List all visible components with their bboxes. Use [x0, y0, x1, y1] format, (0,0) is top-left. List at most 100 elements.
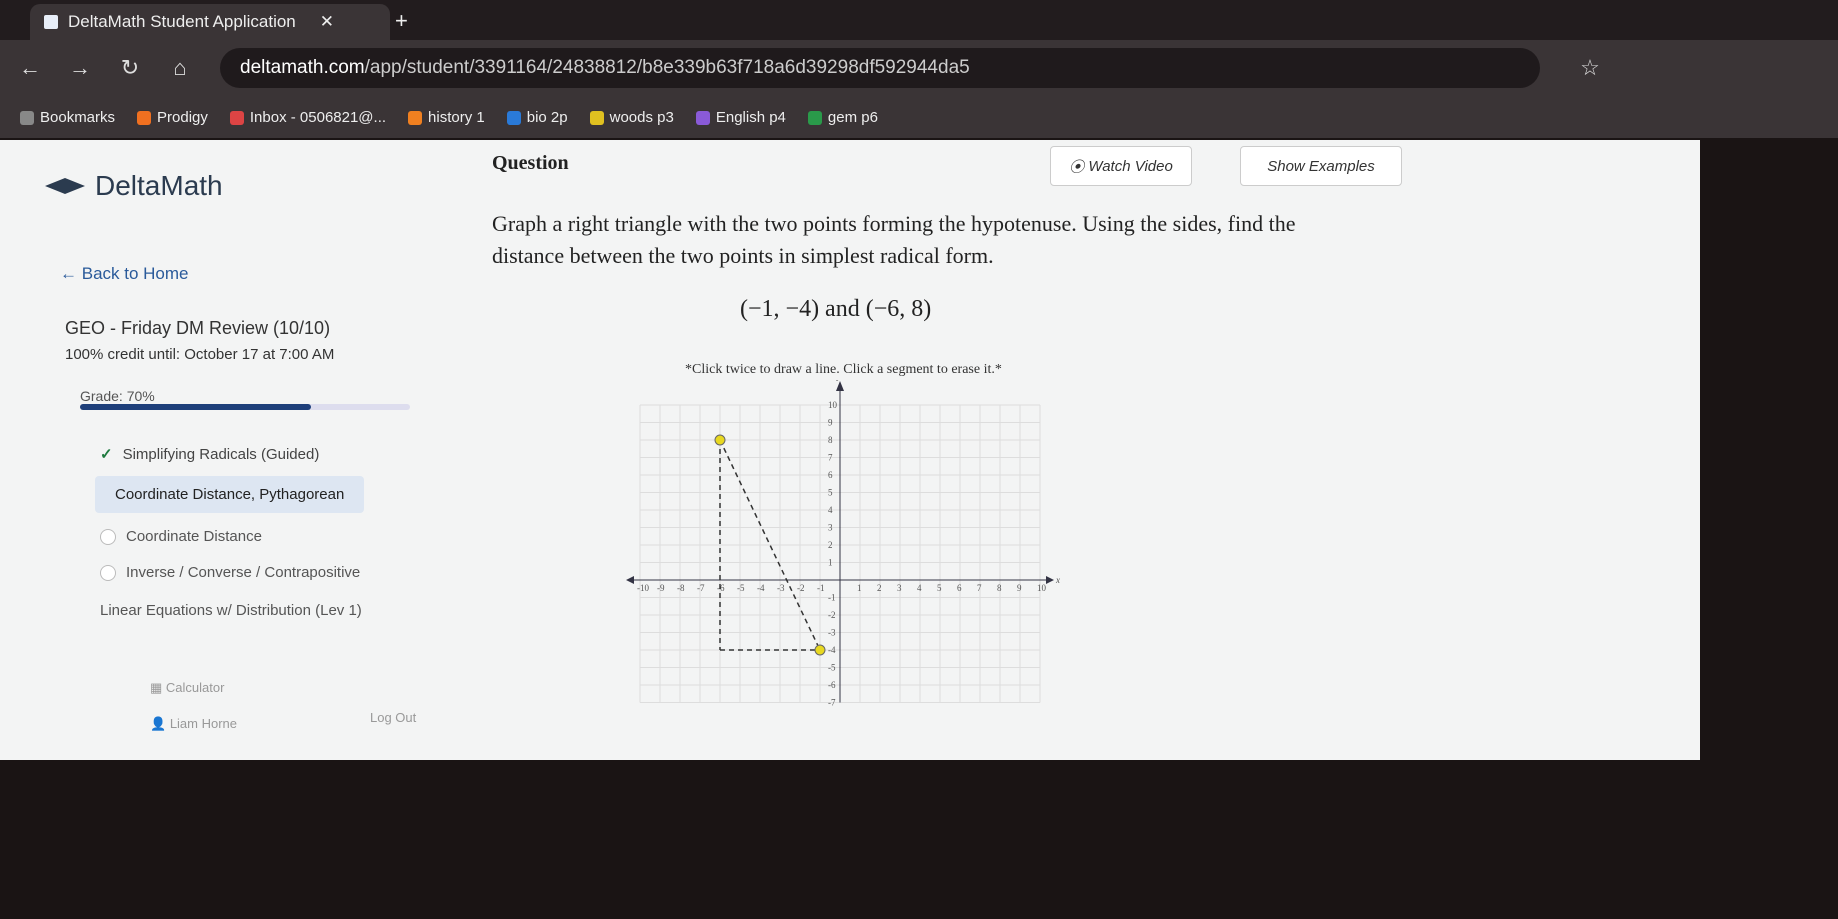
x-tick-label: 8: [997, 583, 1002, 593]
x-tick-label: -1: [817, 583, 825, 593]
bookmark-icon: [506, 110, 521, 125]
x-tick-label: 7: [977, 583, 982, 593]
url-path: /app/student/3391164/24838812/b8e339b63f…: [364, 57, 970, 78]
x-tick-label: 10: [1037, 583, 1047, 593]
calculator-button[interactable]: ▦ Calculator: [150, 680, 224, 696]
watch-video-button[interactable]: ⦿ Watch Video: [1050, 146, 1192, 186]
x-tick-label: -6: [717, 583, 725, 593]
browser-toolbar: ← → ↻ ⌂ deltamath.com/app/student/339116…: [0, 40, 1838, 96]
graduation-cap-icon: [45, 178, 85, 194]
back-to-home-link[interactable]: ← Back to Home: [60, 264, 189, 284]
coordinate-graph[interactable]: -10 -9 -8 -7 -6 -5 -4 -3 -2 -1 1 2 3 4 5 6 7 8 9 10 -7 -6 -5 -4…: [620, 380, 1060, 720]
close-tab-icon[interactable]: ✕: [320, 12, 334, 32]
bookmark-item[interactable]: gem p6: [807, 108, 878, 126]
graph-instructions: *Click twice to draw a line. Click a seg…: [685, 362, 1002, 377]
problem-label: Linear Equations w/ Distribution (Lev 1): [100, 602, 362, 619]
graph-point: [714, 434, 726, 446]
bookmark-item[interactable]: woods p3: [589, 108, 674, 126]
x-tick-label: 5: [937, 583, 942, 593]
browser-tab[interactable]: DeltaMath Student Application ✕: [30, 4, 390, 40]
x-axis-arrow-icon: [626, 576, 634, 584]
bookmark-label: history 1: [428, 108, 485, 126]
y-tick-label: 7: [828, 453, 833, 463]
x-tick-label: -8: [677, 583, 685, 593]
x-tick-label: -4: [757, 583, 765, 593]
circle-icon: [100, 564, 116, 581]
reload-icon[interactable]: ↻: [110, 55, 150, 81]
y-tick-label: 6: [828, 470, 833, 480]
x-tick-label: 9: [1017, 583, 1022, 593]
bookmark-item[interactable]: English p4: [695, 109, 786, 126]
bookmark-icon: [408, 110, 423, 125]
star-icon[interactable]: ☆: [1570, 55, 1610, 81]
x-tick-label: -3: [777, 583, 785, 593]
y-tick-label: 8: [828, 435, 833, 445]
x-tick-label: -7: [697, 583, 705, 593]
x-tick-label: -9: [657, 583, 665, 593]
show-examples-button[interactable]: Show Examples: [1240, 146, 1402, 186]
new-tab-button[interactable]: +: [395, 8, 408, 34]
bookmark-label: Bookmarks: [40, 108, 116, 126]
y-tick-label: 10: [828, 400, 838, 410]
y-tick-label: 5: [828, 488, 833, 498]
show-examples-label: Show Examples: [1267, 157, 1375, 175]
y-tick-label: 9: [828, 418, 833, 428]
bookmark-item[interactable]: Prodigy: [137, 109, 208, 126]
y-axis-label: y: [836, 380, 841, 381]
grade-progress-bar: [80, 404, 410, 410]
y-tick-label: -5: [828, 663, 836, 673]
bookmark-item[interactable]: Bookmarks: [20, 109, 115, 126]
given-points: (−1, −4) and (−6, 8): [740, 296, 932, 322]
url-domain: deltamath.com: [240, 57, 365, 78]
bookmark-item[interactable]: Inbox - 0506821@...: [229, 109, 386, 126]
x-tick-label: -2: [797, 583, 805, 593]
circle-icon: [100, 528, 116, 545]
deltamath-page: DeltaMath ← Back to Home GEO - Friday DM…: [0, 140, 1700, 760]
bookmark-icon: [695, 110, 710, 125]
play-icon: ⦿: [1069, 158, 1089, 176]
y-tick-label: 1: [828, 558, 833, 568]
x-axis-arrow-icon: [1046, 576, 1054, 584]
problem-label: Inverse / Converse / Contrapositive: [126, 564, 361, 581]
logout-link[interactable]: Log Out: [370, 710, 416, 725]
home-icon[interactable]: ⌂: [160, 55, 200, 81]
calculator-label: Calculator: [165, 680, 225, 695]
y-tick-label: 2: [828, 540, 833, 550]
forward-arrow-icon[interactable]: →: [60, 55, 100, 81]
logo-text: DeltaMath: [95, 170, 223, 201]
problem-item[interactable]: ✓ Simplifying Radicals (Guided): [100, 445, 319, 464]
user-label: Liam Horne: [169, 716, 238, 731]
x-tick-label: 2: [877, 583, 882, 593]
x-tick-label: -10: [637, 583, 649, 593]
assignment-title: GEO - Friday DM Review (10/10): [65, 318, 331, 338]
bookmark-icon: [137, 110, 152, 125]
bookmark-label: bio 2p: [526, 108, 568, 126]
logo[interactable]: DeltaMath: [45, 170, 223, 202]
bookmark-icon: [589, 110, 604, 125]
grade-label: Grade: 70%: [80, 388, 155, 404]
problem-item[interactable]: Linear Equations w/ Distribution (Lev 1): [100, 602, 400, 619]
x-axis-label: x: [1055, 575, 1060, 585]
y-tick-label: -7: [828, 698, 836, 708]
bookmark-icon: [229, 110, 244, 125]
bookmark-item[interactable]: history 1: [408, 109, 485, 126]
bookmark-label: gem p6: [827, 108, 878, 126]
y-tick-label: 3: [828, 523, 833, 533]
problem-item-active[interactable]: Coordinate Distance, Pythagorean: [95, 476, 365, 513]
sidebar: DeltaMath ← Back to Home GEO - Friday DM…: [0, 140, 440, 760]
problem-item[interactable]: Inverse / Converse / Contrapositive: [100, 564, 360, 581]
x-tick-label: 3: [897, 583, 902, 593]
y-tick-label: -2: [828, 610, 836, 620]
bookmark-label: woods p3: [609, 108, 674, 126]
back-arrow-icon[interactable]: ←: [10, 55, 50, 81]
problem-item[interactable]: Coordinate Distance: [100, 528, 262, 545]
question-panel: Question ⦿ Watch Video Show Examples Gra…: [440, 140, 1700, 760]
address-bar[interactable]: deltamath.com/app/student/3391164/248388…: [220, 48, 1540, 88]
back-label: Back to Home: [81, 264, 189, 283]
tab-title: DeltaMath Student Application: [68, 12, 296, 31]
graph-point: [814, 644, 826, 656]
bookmark-item[interactable]: bio 2p: [506, 108, 568, 126]
question-text: Graph a right triangle with the two poin…: [492, 211, 1296, 268]
problem-label: Coordinate Distance: [126, 528, 262, 545]
bookmark-icon: [807, 110, 822, 125]
